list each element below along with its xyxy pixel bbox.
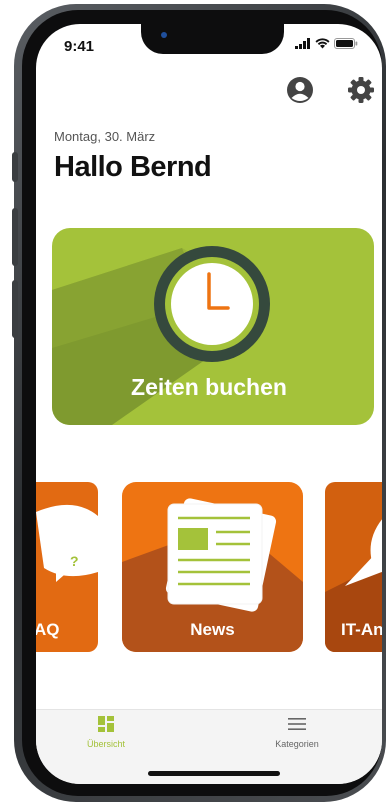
home-indicator[interactable]: [148, 771, 280, 776]
volume-up-button: [12, 208, 18, 266]
app-screen: 9:41 Montag, 30. März Hallo Bernd Zeiten…: [36, 24, 382, 784]
settings-gear-icon[interactable]: [347, 76, 375, 104]
nav-overview-label: Übersicht: [86, 739, 125, 749]
book-time-label: Zeiten buchen: [131, 374, 287, 400]
nav-categories[interactable]: Kategorien: [237, 716, 357, 749]
status-time: 9:41: [64, 38, 95, 55]
nav-categories-label: Kategorien: [275, 739, 319, 749]
mute-switch: [12, 152, 18, 182]
nav-overview[interactable]: Übersicht: [46, 716, 166, 749]
wifi-icon: [315, 38, 330, 49]
tile-faq-label: AQ: [36, 620, 60, 639]
notch: [141, 24, 284, 54]
profile-icon[interactable]: [286, 76, 314, 104]
tile-news-label: News: [190, 620, 235, 639]
volume-down-button: [12, 280, 18, 338]
grid-icon: [98, 716, 114, 732]
svg-text:?: ?: [70, 553, 79, 569]
tile-it[interactable]: IT-An: [325, 482, 382, 652]
camera: [161, 32, 167, 38]
bottom-nav: Übersicht Kategorien: [36, 709, 382, 784]
menu-icon: [288, 718, 306, 730]
greeting-title: Hallo Bernd: [54, 151, 212, 183]
tile-it-label: IT-An: [341, 620, 382, 639]
tile-news[interactable]: News: [122, 482, 303, 652]
tile-faq[interactable]: ? AQ: [36, 482, 98, 652]
signal-icon: [295, 38, 310, 49]
status-icons: [295, 38, 358, 49]
battery-icon: [334, 38, 358, 49]
date-label: Montag, 30. März: [54, 129, 156, 144]
